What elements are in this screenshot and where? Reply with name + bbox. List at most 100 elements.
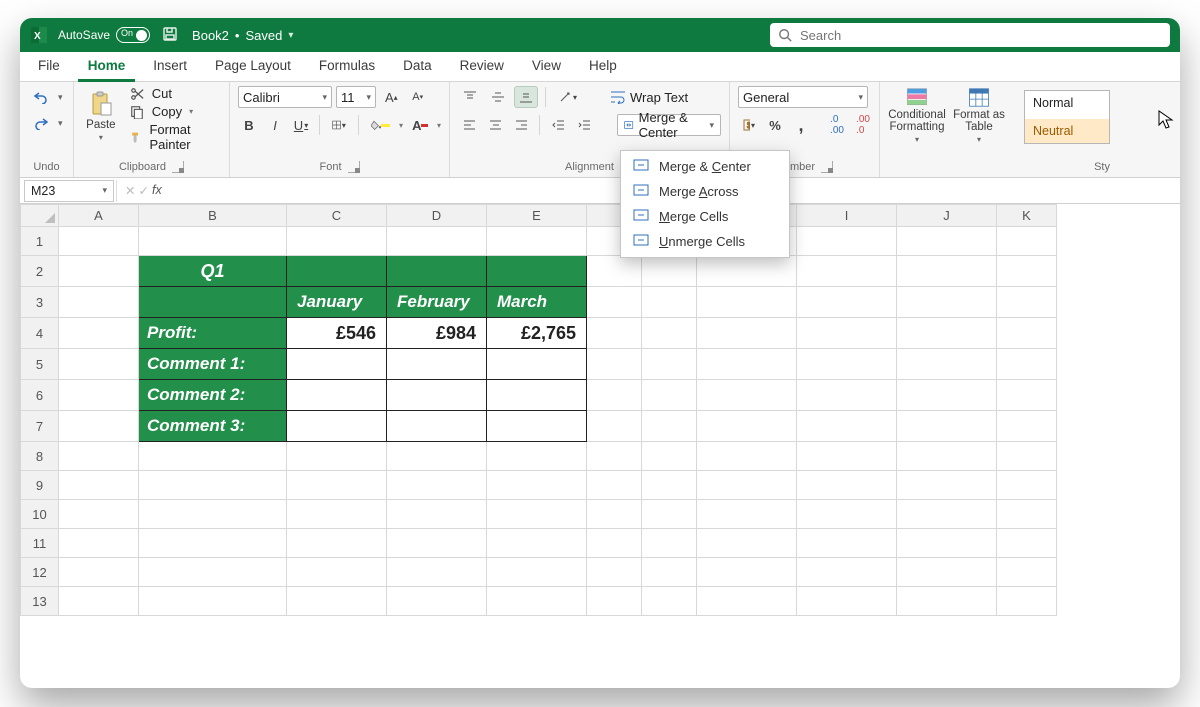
number-format-select[interactable]: General▾ bbox=[738, 86, 868, 108]
cell[interactable]: £2,765 bbox=[487, 318, 587, 349]
merge-menu-item[interactable]: Merge Cells bbox=[621, 204, 789, 229]
row-header[interactable]: 10 bbox=[21, 500, 59, 529]
cell[interactable] bbox=[387, 500, 487, 529]
cell[interactable] bbox=[59, 558, 139, 587]
cell[interactable] bbox=[642, 349, 697, 380]
tab-formulas[interactable]: Formulas bbox=[309, 52, 385, 82]
cell[interactable] bbox=[287, 587, 387, 616]
cell[interactable] bbox=[587, 558, 642, 587]
cell[interactable]: Comment 3: bbox=[139, 411, 287, 442]
format-as-table-button[interactable]: Format as Table▾ bbox=[950, 86, 1008, 146]
cell[interactable]: March bbox=[487, 287, 587, 318]
tab-data[interactable]: Data bbox=[393, 52, 442, 82]
decrease-indent-button[interactable] bbox=[547, 114, 569, 136]
cell[interactable] bbox=[287, 380, 387, 411]
cell[interactable] bbox=[139, 287, 287, 318]
comma-button[interactable]: , bbox=[790, 114, 812, 136]
cell[interactable] bbox=[59, 587, 139, 616]
cell[interactable]: Comment 2: bbox=[139, 380, 287, 411]
cell[interactable] bbox=[642, 558, 697, 587]
align-middle-button[interactable] bbox=[486, 86, 510, 108]
merge-center-button[interactable]: Merge & Center ▾ bbox=[617, 114, 721, 136]
row-header[interactable]: 13 bbox=[21, 587, 59, 616]
cell[interactable] bbox=[59, 380, 139, 411]
cell[interactable] bbox=[139, 529, 287, 558]
tab-view[interactable]: View bbox=[522, 52, 571, 82]
cell[interactable] bbox=[697, 471, 797, 500]
cell[interactable] bbox=[59, 529, 139, 558]
cell[interactable] bbox=[387, 380, 487, 411]
cell[interactable]: £546 bbox=[287, 318, 387, 349]
align-right-button[interactable] bbox=[510, 114, 532, 136]
row-header[interactable]: 6 bbox=[21, 380, 59, 411]
cell[interactable] bbox=[387, 529, 487, 558]
cell[interactable] bbox=[897, 471, 997, 500]
cut-button[interactable]: Cut bbox=[130, 86, 221, 101]
cell[interactable] bbox=[487, 558, 587, 587]
cell[interactable] bbox=[487, 256, 587, 287]
cell[interactable] bbox=[59, 471, 139, 500]
cell[interactable] bbox=[797, 558, 897, 587]
cell[interactable] bbox=[59, 349, 139, 380]
cell[interactable] bbox=[797, 529, 897, 558]
cell[interactable] bbox=[997, 256, 1057, 287]
cell[interactable] bbox=[897, 287, 997, 318]
cell[interactable]: February bbox=[387, 287, 487, 318]
cell[interactable]: Q1 bbox=[139, 256, 287, 287]
cell[interactable] bbox=[642, 318, 697, 349]
cell[interactable] bbox=[897, 349, 997, 380]
cell[interactable] bbox=[287, 411, 387, 442]
paste-button[interactable]: Paste▾ bbox=[82, 86, 120, 146]
col-header[interactable]: J bbox=[897, 205, 997, 227]
row-header[interactable]: 12 bbox=[21, 558, 59, 587]
cell[interactable] bbox=[697, 558, 797, 587]
underline-button[interactable]: U▾ bbox=[290, 114, 312, 136]
cell[interactable] bbox=[797, 256, 897, 287]
orientation-button[interactable]: ▾ bbox=[553, 86, 582, 108]
row-header[interactable]: 5 bbox=[21, 349, 59, 380]
cell[interactable] bbox=[139, 471, 287, 500]
col-header[interactable]: C bbox=[287, 205, 387, 227]
cell[interactable]: January bbox=[287, 287, 387, 318]
cell[interactable] bbox=[797, 587, 897, 616]
cell[interactable] bbox=[587, 529, 642, 558]
cell[interactable] bbox=[587, 442, 642, 471]
tab-insert[interactable]: Insert bbox=[143, 52, 197, 82]
search-box[interactable] bbox=[770, 23, 1170, 47]
cell[interactable] bbox=[287, 529, 387, 558]
cancel-formula-button[interactable]: ✕ bbox=[125, 183, 135, 198]
row-header[interactable]: 8 bbox=[21, 442, 59, 471]
cell[interactable] bbox=[59, 500, 139, 529]
format-painter-button[interactable]: Format Painter bbox=[130, 122, 221, 152]
autosave-toggle[interactable]: AutoSave On bbox=[58, 27, 150, 43]
row-header[interactable]: 3 bbox=[21, 287, 59, 318]
cell[interactable] bbox=[997, 529, 1057, 558]
cell[interactable] bbox=[287, 227, 387, 256]
cell[interactable] bbox=[642, 256, 697, 287]
cell[interactable] bbox=[897, 227, 997, 256]
increase-font-button[interactable]: A▴ bbox=[380, 86, 403, 108]
cell[interactable] bbox=[897, 411, 997, 442]
tab-review[interactable]: Review bbox=[450, 52, 514, 82]
decrease-decimal-button[interactable]: .00.0 bbox=[852, 114, 874, 136]
cell[interactable] bbox=[59, 256, 139, 287]
cell[interactable] bbox=[997, 558, 1057, 587]
cell[interactable] bbox=[587, 587, 642, 616]
cell[interactable] bbox=[997, 442, 1057, 471]
cell[interactable] bbox=[139, 227, 287, 256]
tab-page-layout[interactable]: Page Layout bbox=[205, 52, 301, 82]
cell[interactable]: Comment 1: bbox=[139, 349, 287, 380]
bold-button[interactable]: B bbox=[238, 114, 260, 136]
cell[interactable] bbox=[697, 349, 797, 380]
cell[interactable] bbox=[697, 529, 797, 558]
col-header[interactable]: I bbox=[797, 205, 897, 227]
cell[interactable] bbox=[59, 442, 139, 471]
style-normal[interactable]: Normal bbox=[1025, 91, 1109, 115]
align-bottom-button[interactable] bbox=[514, 86, 538, 108]
search-input[interactable] bbox=[800, 28, 1162, 43]
select-all-corner[interactable] bbox=[21, 205, 59, 227]
cell[interactable] bbox=[697, 256, 797, 287]
cell[interactable] bbox=[897, 442, 997, 471]
cell[interactable] bbox=[997, 349, 1057, 380]
cell[interactable] bbox=[797, 349, 897, 380]
